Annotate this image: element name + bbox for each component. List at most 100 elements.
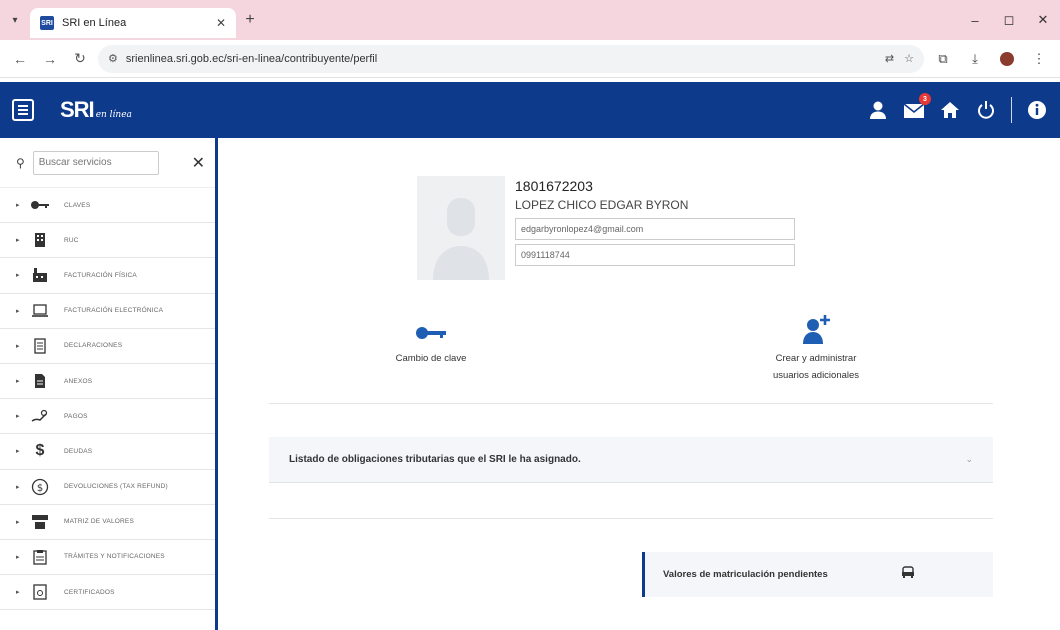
tab-title: SRI en Línea (62, 17, 127, 29)
vehicle-fees-label: Valores de matriculación pendientes (663, 569, 828, 580)
profile-avatar-icon[interactable] (994, 46, 1020, 72)
change-password-label: Cambio de clave (395, 353, 467, 364)
url-text: srienlinea.sri.gob.ec/sri-en-linea/contr… (125, 52, 378, 65)
avatar (417, 176, 505, 280)
caret-right-icon: ▸ (16, 378, 20, 386)
caret-right-icon: ▸ (16, 553, 20, 561)
translate-icon[interactable]: ⇄ (885, 52, 894, 65)
info-icon[interactable] (1026, 99, 1048, 121)
sidebar-item-facturacion-electronica[interactable]: ▸ FACTURACIÓN ELECTRÓNICA (0, 294, 215, 329)
back-icon[interactable]: ← (8, 47, 32, 71)
profile-info: 1801672203 LOPEZ CHICO EDGAR BYRON edgar… (515, 176, 805, 280)
site-info-icon[interactable]: ⚙ (108, 52, 118, 65)
sidebar-item-declaraciones[interactable]: ▸ DECLARACIONES (0, 329, 215, 364)
search-icon: ⚲ (16, 155, 25, 170)
caret-right-icon: ▸ (16, 237, 20, 245)
notification-badge: 3 (919, 93, 931, 105)
download-icon[interactable]: ⤓ (962, 46, 988, 72)
laptop-icon (28, 302, 52, 320)
divider (269, 403, 993, 404)
key-icon (28, 196, 52, 214)
address-bar[interactable]: ⚙ srienlinea.sri.gob.ec/sri-en-linea/con… (98, 44, 924, 73)
extensions-icon[interactable]: ⧉ (930, 46, 956, 72)
caret-right-icon: ▸ (16, 202, 20, 210)
sidebar-item-pagos[interactable]: ▸ PAGOS (0, 399, 215, 435)
caret-right-icon: ▸ (16, 448, 20, 456)
sidebar-item-ruc[interactable]: ▸ RUC (0, 223, 215, 259)
favicon: SRI (40, 16, 54, 30)
header-icons: 3 (867, 93, 1048, 123)
new-tab-icon[interactable]: + (236, 0, 264, 40)
reload-icon[interactable]: ↻ (68, 47, 92, 71)
window-controls: – ◻ ✕ (958, 0, 1060, 40)
matrix-icon (28, 513, 52, 531)
caret-right-icon: ▸ (16, 413, 20, 421)
close-icon[interactable]: ✕ (192, 153, 205, 173)
sidebar-item-certificados[interactable]: ▸ CERTIFICADOS (0, 575, 215, 611)
sri-header: SRI en línea 3 (0, 82, 1060, 138)
manage-users-button[interactable]: Crear y administrar usuarios adicionales (751, 308, 881, 384)
bookmark-star-icon[interactable]: ☆ (904, 52, 914, 65)
sri-logo[interactable]: SRI en línea (60, 97, 132, 123)
window-close-icon[interactable]: ✕ (1026, 0, 1060, 40)
browser-tab-bar: ▾ SRI SRI en Línea ✕ + – ◻ ✕ (0, 0, 1060, 40)
document-icon (28, 337, 52, 355)
phone-field: 0991118744 (515, 244, 795, 266)
change-password-button[interactable]: Cambio de clave (381, 316, 481, 367)
divider (269, 518, 993, 519)
browser-menu-icon[interactable]: ⋮ (1026, 46, 1052, 72)
vehicle-fees-card[interactable]: Valores de matriculación pendientes (642, 552, 993, 597)
tab-close-icon[interactable]: ✕ (216, 16, 226, 30)
caret-right-icon: ▸ (16, 342, 20, 350)
search-input[interactable] (32, 150, 159, 175)
sidebar-item-devoluciones[interactable]: ▸ $ DEVOLUCIONES (TAX REFUND) (0, 470, 215, 505)
sidebar: ⚲ ✕ ▸ CLAVES ▸ RUC ▸ FACTURACIÓN FÍSICA … (0, 138, 218, 630)
tab-search-chevron-icon[interactable]: ▾ (0, 0, 30, 40)
file-icon (28, 372, 52, 390)
taxpayer-id: 1801672203 (515, 178, 593, 194)
mail-icon[interactable]: 3 (903, 93, 931, 121)
factory-icon (28, 266, 52, 284)
sidebar-item-deudas[interactable]: ▸ $ DEUDAS (0, 434, 215, 470)
caret-right-icon: ▸ (16, 272, 20, 280)
manage-users-label-2: usuarios adicionales (772, 370, 860, 381)
certificate-icon (28, 583, 52, 601)
manage-users-label-1: Crear y administrar (775, 353, 857, 364)
user-icon[interactable] (867, 99, 889, 121)
payment-icon (28, 407, 52, 425)
obligations-accordion[interactable]: Listado de obligaciones tributarias que … (269, 437, 993, 483)
add-user-icon (751, 308, 881, 350)
header-divider (1011, 97, 1012, 123)
refund-icon: $ (28, 478, 52, 496)
sidebar-toggle-icon[interactable] (12, 99, 34, 121)
forward-icon[interactable]: → (38, 47, 62, 71)
sidebar-item-matriz-valores[interactable]: ▸ MATRIZ DE VALORES (0, 505, 215, 540)
browser-tab[interactable]: SRI SRI en Línea ✕ (30, 8, 236, 38)
obligations-label: Listado de obligaciones tributarias que … (289, 454, 581, 465)
browser-toolbar: ← → ↻ ⚙ srienlinea.sri.gob.ec/sri-en-lin… (0, 40, 1060, 78)
dollar-icon: $ (35, 442, 45, 460)
svg-text:$: $ (37, 483, 43, 494)
caret-right-icon: ▸ (16, 307, 20, 315)
caret-right-icon: ▸ (16, 518, 20, 526)
sidebar-item-tramites[interactable]: ▸ TRÁMITES Y NOTIFICACIONES (0, 540, 215, 576)
sidebar-item-anexos[interactable]: ▸ ANEXOS (0, 364, 215, 400)
email-field: edgarbyronlopez4@gmail.com (515, 218, 795, 240)
profile-card: 1801672203 LOPEZ CHICO EDGAR BYRON edgar… (417, 176, 805, 280)
clipboard-icon (28, 548, 52, 566)
home-icon[interactable] (939, 99, 961, 121)
car-icon (901, 565, 915, 584)
sidebar-search: ⚲ ✕ (0, 138, 215, 188)
key-icon (381, 316, 481, 350)
sidebar-item-claves[interactable]: ▸ CLAVES (0, 188, 215, 224)
maximize-icon[interactable]: ◻ (992, 0, 1026, 40)
building-icon (28, 231, 52, 249)
sidebar-item-facturacion-fisica[interactable]: ▸ FACTURACIÓN FÍSICA (0, 258, 215, 294)
power-icon[interactable] (975, 99, 997, 121)
caret-right-icon: ▸ (16, 483, 20, 491)
caret-right-icon: ▸ (16, 589, 20, 597)
chevron-down-icon[interactable]: ⌄ (965, 454, 973, 465)
main-content: 1801672203 LOPEZ CHICO EDGAR BYRON edgar… (221, 138, 1060, 630)
minimize-icon[interactable]: – (958, 0, 992, 40)
taxpayer-name: LOPEZ CHICO EDGAR BYRON (515, 198, 689, 212)
